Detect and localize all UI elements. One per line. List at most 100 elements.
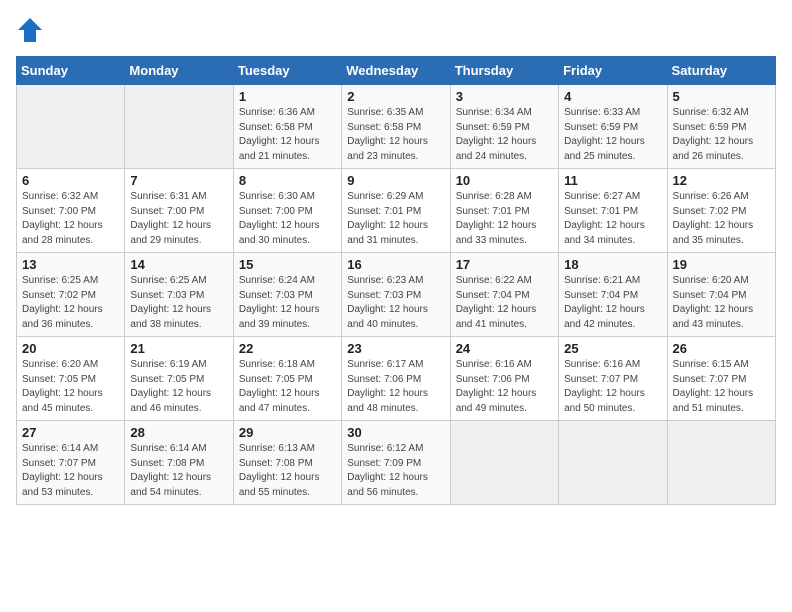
calendar-cell: 9 Sunrise: 6:29 AM Sunset: 7:01 PM Daylig… [342,169,450,253]
day-number: 26 [673,341,770,356]
day-info: Sunrise: 6:14 AM Sunset: 7:07 PM Dayligh… [22,442,119,500]
calendar-week-row: 20 Sunrise: 6:20 AM Sunset: 7:05 PM Dayli… [17,337,776,421]
calendar-week-row: 1Sunrise: 6:36 AM Sunset: 6:58 PM Daylig… [17,85,776,169]
calendar-cell: 4 Sunrise: 6:33 AM Sunset: 6:59 PM Daylig… [559,85,667,169]
day-number: 5 [673,89,770,104]
calendar-cell: 7 Sunrise: 6:31 AM Sunset: 7:00 PM Daylig… [125,169,233,253]
day-number: 18 [564,257,661,272]
calendar-cell: 10Sunrise: 6:28 AM Sunset: 7:01 PM Dayli… [450,169,558,253]
calendar-cell: 6 Sunrise: 6:32 AM Sunset: 7:00 PM Daylig… [17,169,125,253]
day-info: Sunrise: 6:22 AM Sunset: 7:04 PM Dayligh… [456,274,553,332]
day-info: Sunrise: 6:15 AM Sunset: 7:07 PM Dayligh… [673,358,770,416]
day-number: 10 [456,173,553,188]
calendar-cell: 27 Sunrise: 6:14 AM Sunset: 7:07 PM Dayli… [17,421,125,505]
day-info: Sunrise: 6:14 AM Sunset: 7:08 PM Dayligh… [130,442,227,500]
calendar-cell: 29 Sunrise: 6:13 AM Sunset: 7:08 PM Dayli… [233,421,341,505]
day-number: 2 [347,89,444,104]
day-number: 6 [22,173,119,188]
calendar-cell: 3 Sunrise: 6:34 AM Sunset: 6:59 PM Daylig… [450,85,558,169]
day-info: Sunrise: 6:29 AM Sunset: 7:01 PM Dayligh… [347,190,444,248]
calendar-cell: 11 Sunrise: 6:27 AM Sunset: 7:01 PM Dayli… [559,169,667,253]
day-info: Sunrise: 6:31 AM Sunset: 7:00 PM Dayligh… [130,190,227,248]
calendar-cell [450,421,558,505]
calendar-header-row: SundayMondayTuesdayWednesdayThursdayFrid… [17,57,776,85]
day-info: Sunrise: 6:32 AM Sunset: 6:59 PM Dayligh… [673,106,770,164]
calendar-cell: 14 Sunrise: 6:25 AM Sunset: 7:03 PM Dayli… [125,253,233,337]
calendar-cell: 15 Sunrise: 6:24 AM Sunset: 7:03 PM Dayli… [233,253,341,337]
calendar-cell [125,85,233,169]
day-number: 11 [564,173,661,188]
day-info: Sunrise: 6:19 AM Sunset: 7:05 PM Dayligh… [130,358,227,416]
day-header-tuesday: Tuesday [233,57,341,85]
day-number: 23 [347,341,444,356]
calendar-body: 1Sunrise: 6:36 AM Sunset: 6:58 PM Daylig… [17,85,776,505]
calendar-week-row: 27 Sunrise: 6:14 AM Sunset: 7:07 PM Dayli… [17,421,776,505]
calendar-week-row: 6 Sunrise: 6:32 AM Sunset: 7:00 PM Daylig… [17,169,776,253]
calendar-cell: 8 Sunrise: 6:30 AM Sunset: 7:00 PM Daylig… [233,169,341,253]
day-info: Sunrise: 6:17 AM Sunset: 7:06 PM Dayligh… [347,358,444,416]
day-number: 24 [456,341,553,356]
calendar-cell: 28 Sunrise: 6:14 AM Sunset: 7:08 PM Dayli… [125,421,233,505]
calendar-cell: 20 Sunrise: 6:20 AM Sunset: 7:05 PM Dayli… [17,337,125,421]
day-number: 19 [673,257,770,272]
day-info: Sunrise: 6:32 AM Sunset: 7:00 PM Dayligh… [22,190,119,248]
day-info: Sunrise: 6:27 AM Sunset: 7:01 PM Dayligh… [564,190,661,248]
calendar-cell: 12 Sunrise: 6:26 AM Sunset: 7:02 PM Dayli… [667,169,775,253]
day-number: 29 [239,425,336,440]
day-info: Sunrise: 6:25 AM Sunset: 7:03 PM Dayligh… [130,274,227,332]
calendar-cell [667,421,775,505]
calendar-cell: 19 Sunrise: 6:20 AM Sunset: 7:04 PM Dayli… [667,253,775,337]
day-number: 16 [347,257,444,272]
calendar-cell [17,85,125,169]
day-number: 12 [673,173,770,188]
day-info: Sunrise: 6:24 AM Sunset: 7:03 PM Dayligh… [239,274,336,332]
calendar-cell: 25Sunrise: 6:16 AM Sunset: 7:07 PM Dayli… [559,337,667,421]
day-header-sunday: Sunday [17,57,125,85]
day-number: 9 [347,173,444,188]
day-header-wednesday: Wednesday [342,57,450,85]
day-number: 15 [239,257,336,272]
day-number: 8 [239,173,336,188]
day-info: Sunrise: 6:20 AM Sunset: 7:04 PM Dayligh… [673,274,770,332]
day-info: Sunrise: 6:20 AM Sunset: 7:05 PM Dayligh… [22,358,119,416]
logo [16,16,48,44]
day-header-monday: Monday [125,57,233,85]
day-info: Sunrise: 6:13 AM Sunset: 7:08 PM Dayligh… [239,442,336,500]
day-number: 30 [347,425,444,440]
day-number: 20 [22,341,119,356]
day-info: Sunrise: 6:25 AM Sunset: 7:02 PM Dayligh… [22,274,119,332]
day-header-saturday: Saturday [667,57,775,85]
day-number: 3 [456,89,553,104]
calendar-cell: 30 Sunrise: 6:12 AM Sunset: 7:09 PM Dayli… [342,421,450,505]
calendar-week-row: 13 Sunrise: 6:25 AM Sunset: 7:02 PM Dayli… [17,253,776,337]
calendar-cell: 26 Sunrise: 6:15 AM Sunset: 7:07 PM Dayli… [667,337,775,421]
calendar-cell: 1Sunrise: 6:36 AM Sunset: 6:58 PM Daylig… [233,85,341,169]
day-info: Sunrise: 6:36 AM Sunset: 6:58 PM Dayligh… [239,106,336,164]
day-number: 13 [22,257,119,272]
calendar-cell: 16 Sunrise: 6:23 AM Sunset: 7:03 PM Dayli… [342,253,450,337]
day-header-friday: Friday [559,57,667,85]
calendar-cell: 5 Sunrise: 6:32 AM Sunset: 6:59 PM Daylig… [667,85,775,169]
calendar-cell: 22Sunrise: 6:18 AM Sunset: 7:05 PM Dayli… [233,337,341,421]
day-number: 28 [130,425,227,440]
calendar-cell [559,421,667,505]
calendar-table: SundayMondayTuesdayWednesdayThursdayFrid… [16,56,776,505]
calendar-cell: 13 Sunrise: 6:25 AM Sunset: 7:02 PM Dayli… [17,253,125,337]
day-number: 27 [22,425,119,440]
calendar-cell: 18Sunrise: 6:21 AM Sunset: 7:04 PM Dayli… [559,253,667,337]
day-number: 14 [130,257,227,272]
day-number: 21 [130,341,227,356]
day-info: Sunrise: 6:26 AM Sunset: 7:02 PM Dayligh… [673,190,770,248]
day-number: 7 [130,173,227,188]
day-info: Sunrise: 6:12 AM Sunset: 7:09 PM Dayligh… [347,442,444,500]
page-header [16,16,776,44]
day-number: 22 [239,341,336,356]
day-info: Sunrise: 6:33 AM Sunset: 6:59 PM Dayligh… [564,106,661,164]
day-number: 4 [564,89,661,104]
day-info: Sunrise: 6:30 AM Sunset: 7:00 PM Dayligh… [239,190,336,248]
day-info: Sunrise: 6:34 AM Sunset: 6:59 PM Dayligh… [456,106,553,164]
calendar-cell: 21 Sunrise: 6:19 AM Sunset: 7:05 PM Dayli… [125,337,233,421]
day-info: Sunrise: 6:16 AM Sunset: 7:07 PM Dayligh… [564,358,661,416]
day-info: Sunrise: 6:23 AM Sunset: 7:03 PM Dayligh… [347,274,444,332]
day-header-thursday: Thursday [450,57,558,85]
